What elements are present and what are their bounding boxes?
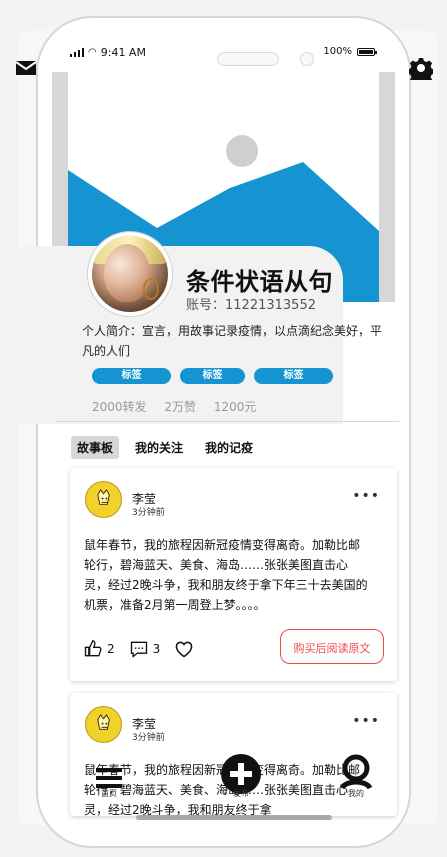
user-icon (339, 754, 373, 790)
mobile-profile-screen: ◠ 9:41 AM 100% 条件状语从句 账号：11221313552 个人简… (0, 0, 447, 857)
profile-stats: 2000转发 2万赞 1200元 (92, 398, 270, 415)
profile-tag[interactable]: 标签 (92, 368, 171, 384)
status-right: 100% (323, 46, 377, 57)
profile-tabs: 故事板 我的关注 我的记疫 (71, 436, 259, 459)
post-time: 3分钟前 (132, 508, 165, 518)
earning-count: 1200元 (213, 400, 257, 414)
battery-percent: 100% (323, 46, 352, 57)
phone-speaker (217, 52, 279, 66)
forward-count: 2000转发 (92, 400, 147, 414)
like-count: 2万赞 (164, 400, 197, 414)
more-options-icon[interactable]: ••• (352, 713, 380, 729)
thumb-up-icon (84, 639, 102, 657)
favorite-action[interactable] (174, 639, 194, 659)
battery-icon (357, 47, 377, 56)
buy-read-original-button[interactable]: 购买后阅读原文 (280, 629, 384, 664)
avatar-earring (143, 278, 159, 300)
post-time: 3分钟前 (132, 733, 165, 743)
wifi-icon: ◠ (88, 47, 97, 58)
nav-publish-label: 发布 (233, 789, 249, 798)
profile-tag[interactable]: 标签 (254, 368, 333, 384)
phone-camera (300, 52, 314, 66)
post-avatar[interactable] (85, 481, 122, 518)
post-actions: 2 3 (83, 639, 194, 659)
more-options-icon[interactable]: ••• (352, 488, 380, 504)
profile-avatar[interactable] (88, 232, 172, 316)
status-time: 9:41 AM (100, 46, 146, 59)
nav-publish[interactable]: 发布 (206, 748, 276, 808)
home-indicator (136, 815, 332, 820)
profile-bio: 个人简介：宣言，用故事记录疫情，以点滴纪念美好，平凡的人们 (82, 324, 383, 358)
nav-mine-label: 我的 (348, 789, 364, 798)
profile-tag[interactable]: 标签 (180, 368, 245, 384)
bottom-navigation: 首页 发布 我的 (58, 748, 388, 808)
signal-icon (70, 48, 84, 57)
status-left: ◠ 9:41 AM (70, 46, 146, 59)
mail-icon[interactable] (14, 56, 38, 80)
gear-icon[interactable] (409, 56, 433, 80)
comment-icon (130, 641, 147, 658)
tab-my-records[interactable]: 我的记疫 (199, 436, 259, 459)
nav-home-label: 首页 (101, 789, 117, 798)
tab-my-follow[interactable]: 我的关注 (129, 436, 189, 459)
nav-home[interactable]: 首页 (74, 748, 144, 808)
profile-divider (56, 421, 399, 422)
post-avatar[interactable] (85, 706, 122, 743)
account-number: 账号：11221313552 (186, 298, 316, 313)
comment-action[interactable]: 3 (129, 639, 161, 659)
like-action[interactable]: 2 (83, 639, 115, 659)
cartoon-avatar-icon (97, 489, 110, 505)
comment-number: 3 (152, 642, 161, 656)
like-number: 2 (107, 642, 115, 656)
tab-story-board[interactable]: 故事板 (71, 436, 120, 459)
story-card[interactable]: 李莹 3分钟前 ••• 鼠年春节，我的旅程因新冠疫情变得离奇。加勒比邮轮行，碧海… (70, 468, 397, 681)
status-bar: ◠ 9:41 AM 100% (52, 28, 395, 72)
heart-icon (175, 641, 193, 658)
nav-mine[interactable]: 我的 (321, 748, 391, 808)
profile-name: 条件状语从句 (186, 268, 333, 296)
cartoon-avatar-icon (97, 714, 110, 730)
post-text: 鼠年春节，我的旅程因新冠疫情变得离奇。加勒比邮轮行，碧海蓝天、美食、海岛……张张… (84, 538, 368, 612)
